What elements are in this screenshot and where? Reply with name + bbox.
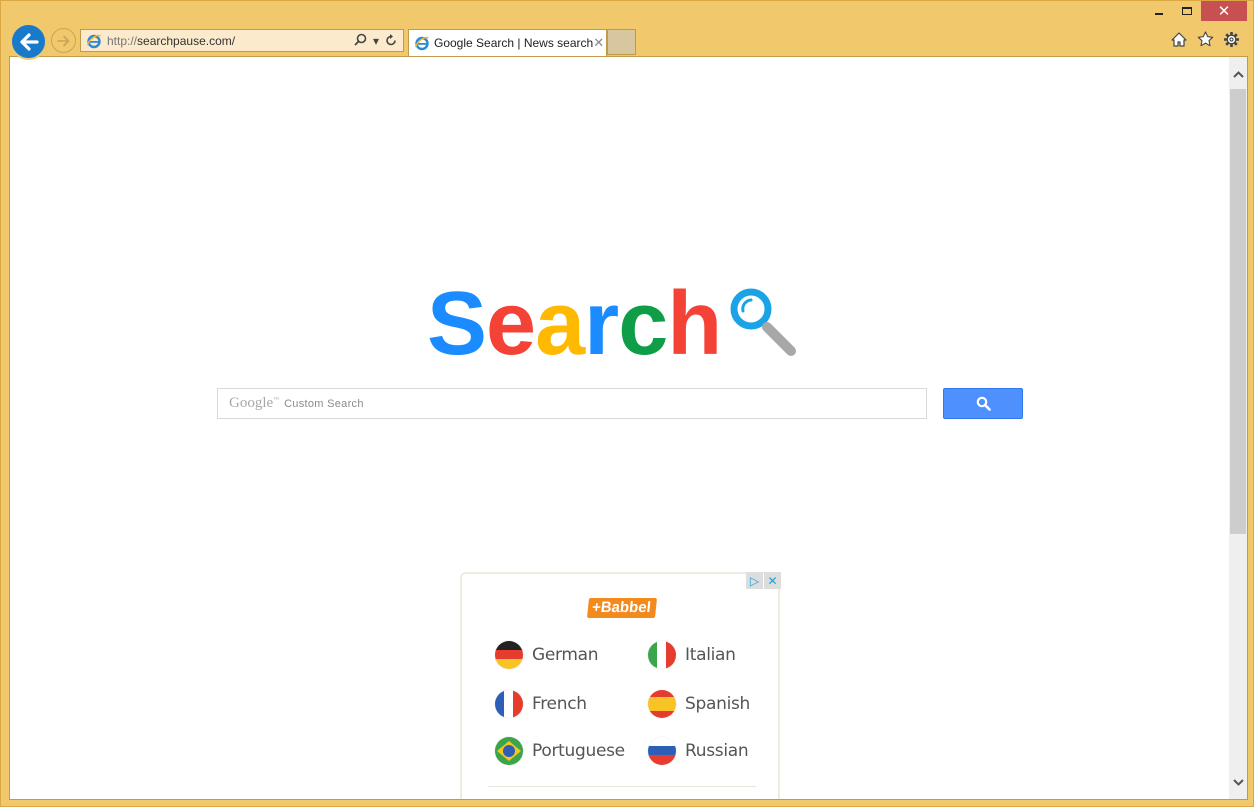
google-mark-text: Google — [229, 395, 274, 411]
ie-page-icon — [85, 32, 103, 50]
language-name: German — [532, 645, 599, 665]
vertical-scrollbar[interactable] — [1229, 57, 1247, 799]
chevron-up-icon — [1232, 70, 1244, 78]
search-logo: Search — [427, 279, 799, 369]
address-tools: ▾ — [354, 33, 397, 49]
tab-title: Google Search | News search — [434, 36, 594, 50]
tab-google-search[interactable]: Google Search | News search ✕ — [408, 29, 607, 56]
italy-flag-icon — [648, 641, 676, 669]
page-viewport: Search Google™ Custom Search +Babbel Ger… — [9, 56, 1248, 800]
logo-letter: c — [618, 274, 668, 374]
close-window-button[interactable]: ✕ — [1201, 1, 1247, 21]
minimize-button[interactable] — [1145, 1, 1173, 21]
minimize-icon — [1155, 13, 1163, 15]
trademark: ™ — [273, 397, 280, 403]
logo-letter: h — [667, 274, 722, 374]
adchoices-info-icon[interactable]: ▷ — [746, 572, 763, 589]
maximize-button[interactable] — [1173, 1, 1201, 21]
settings-gear-icon[interactable] — [1221, 29, 1241, 49]
search-submit-button[interactable] — [943, 388, 1023, 419]
logo-letter: a — [535, 274, 585, 374]
back-arrow-icon — [19, 32, 39, 51]
ad-close-icon[interactable]: ✕ — [764, 572, 781, 589]
back-button[interactable] — [10, 23, 47, 60]
close-icon: ✕ — [1217, 3, 1231, 20]
ad-divider — [488, 786, 756, 787]
scrollbar-thumb[interactable] — [1230, 89, 1246, 534]
url-host: searchpause.com/ — [137, 33, 236, 48]
search-icon — [976, 396, 991, 411]
logo-letter: r — [584, 274, 619, 374]
logo-letter: S — [427, 274, 487, 374]
tab-close-icon[interactable]: ✕ — [593, 35, 604, 51]
language-name: Portuguese — [532, 741, 625, 761]
chevron-down-icon — [1232, 778, 1244, 786]
logo-letter: e — [486, 274, 536, 374]
search-icon[interactable] — [354, 33, 367, 49]
ie-tab-icon — [414, 34, 430, 52]
lang-italian[interactable]: Italian — [648, 641, 736, 669]
custom-search-input[interactable]: Google™ Custom Search — [217, 388, 927, 419]
maximize-icon — [1182, 7, 1192, 15]
favorites-star-icon[interactable] — [1195, 29, 1215, 49]
dropdown-icon[interactable]: ▾ — [373, 34, 379, 48]
ad-choices: ▷ ✕ — [746, 572, 781, 589]
brazil-flag-icon — [495, 737, 523, 765]
home-icon[interactable] — [1169, 29, 1189, 49]
forward-button[interactable] — [51, 28, 76, 53]
url-scheme: http:// — [107, 33, 138, 48]
lang-french[interactable]: French — [495, 690, 587, 718]
lang-russian[interactable]: Russian — [648, 737, 749, 765]
language-name: Russian — [685, 741, 749, 761]
magnifier-logo-icon — [730, 288, 797, 356]
language-name: Italian — [685, 645, 736, 665]
browser-toolbar — [1169, 29, 1241, 49]
search-placeholder: Custom Search — [284, 397, 364, 410]
logo-text: Search — [427, 274, 722, 374]
scroll-down-button[interactable] — [1229, 771, 1247, 793]
forward-arrow-icon — [56, 35, 69, 46]
url-text[interactable]: http://searchpause.com/ — [107, 34, 354, 48]
lang-german[interactable]: German — [495, 641, 599, 669]
scroll-up-button[interactable] — [1229, 63, 1247, 85]
babbel-ad[interactable]: +Babbel German Italian French Spanish Po… — [460, 572, 780, 799]
address-bar[interactable]: http://searchpause.com/ ▾ — [80, 29, 404, 52]
lang-portuguese[interactable]: Portuguese — [495, 737, 625, 765]
google-watermark: Google™ — [229, 395, 279, 412]
browser-window: ✕ http://searchpause.com/ ▾ Google Searc… — [0, 0, 1254, 807]
lang-spanish[interactable]: Spanish — [648, 690, 750, 718]
language-name: French — [532, 694, 587, 714]
language-name: Spanish — [685, 694, 751, 714]
new-tab-button[interactable] — [607, 29, 636, 55]
babbel-logo[interactable]: +Babbel — [586, 598, 657, 618]
france-flag-icon — [495, 690, 523, 718]
spain-flag-icon — [648, 690, 676, 718]
refresh-icon[interactable] — [385, 33, 397, 49]
russia-flag-icon — [648, 737, 676, 765]
germany-flag-icon — [495, 641, 523, 669]
window-controls: ✕ — [1145, 1, 1247, 21]
